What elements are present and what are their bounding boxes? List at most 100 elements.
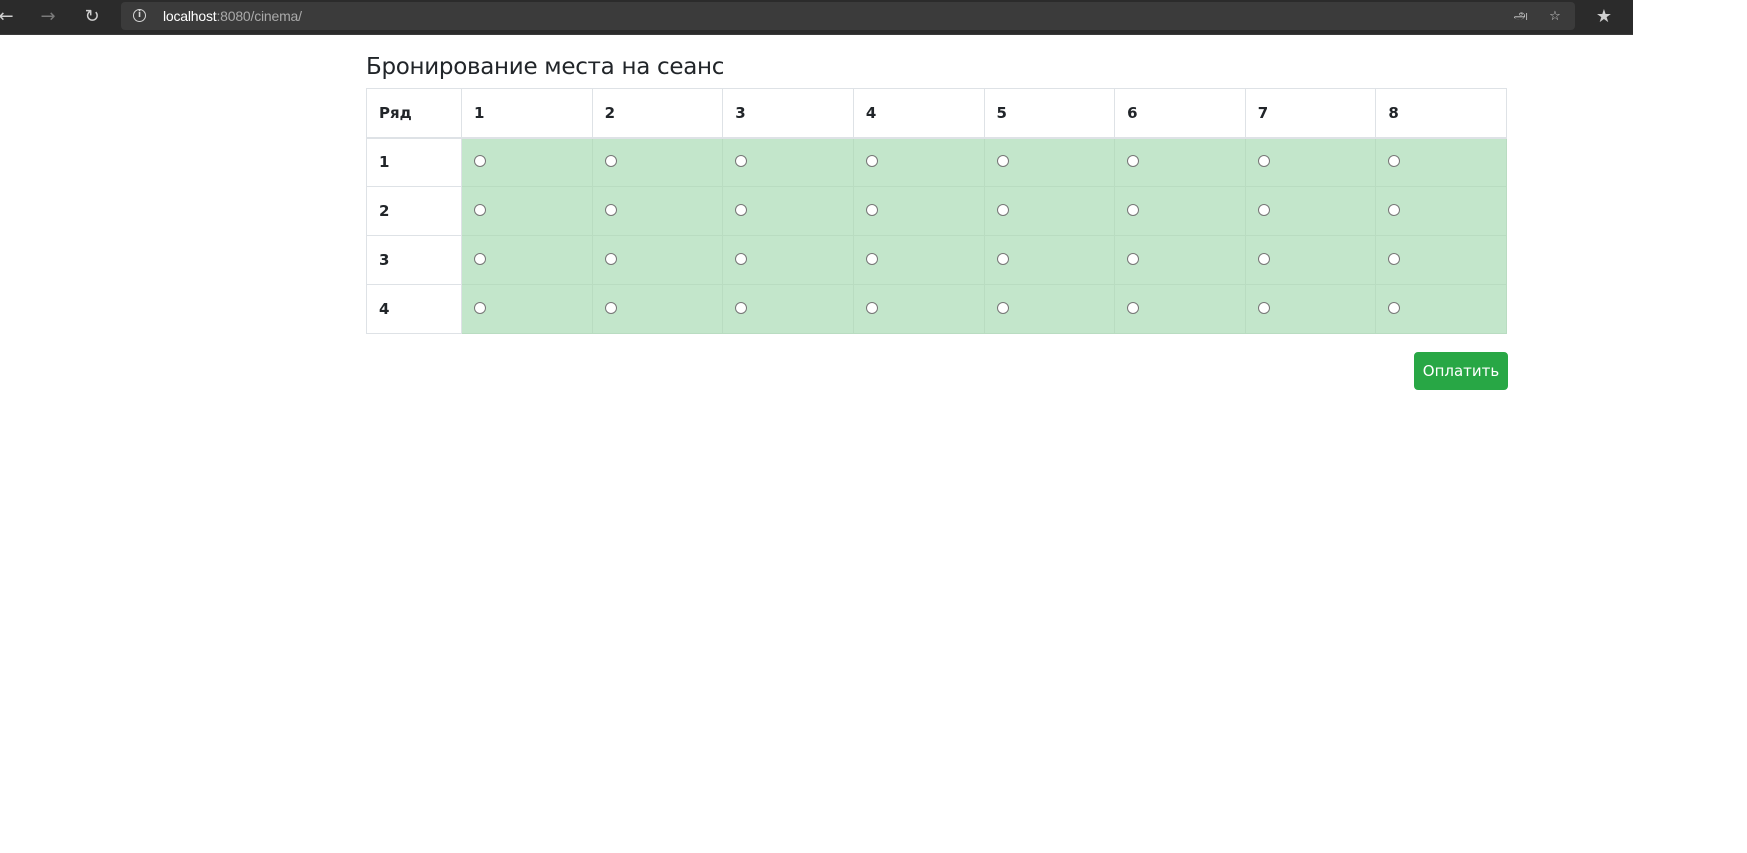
seat-cell (722, 137, 854, 187)
seat-radio[interactable] (604, 302, 617, 314)
seat-radio[interactable] (1388, 204, 1401, 216)
seat-cell (591, 137, 724, 187)
url-text[interactable]: localhost:8080/cinema/ (163, 8, 302, 24)
seat-radio[interactable] (996, 204, 1009, 216)
seat-cell (983, 284, 1116, 334)
seat-radio[interactable] (1127, 155, 1140, 168)
seat-cell (1244, 137, 1377, 187)
seat-radio[interactable] (865, 155, 878, 168)
seat-cell (852, 137, 985, 187)
seat-radio[interactable] (604, 204, 617, 216)
seat-radio[interactable] (735, 155, 748, 168)
seat-column-header: 7 (1244, 88, 1377, 139)
seat-radio[interactable] (604, 155, 617, 168)
page-title: Бронирование места на сеанс (366, 54, 725, 80)
back-arrow-icon[interactable]: ← (0, 5, 18, 29)
seat-cell (852, 284, 985, 334)
seat-cell (1375, 137, 1507, 187)
seat-column-header: 1 (461, 88, 593, 139)
table-row: 2 (366, 186, 1507, 236)
seat-cell (1375, 186, 1507, 236)
seat-radio[interactable] (865, 253, 878, 265)
seat-radio[interactable] (735, 302, 748, 314)
seat-column-header: 3 (722, 88, 854, 139)
seat-cell (461, 137, 593, 187)
row-number: 2 (366, 186, 462, 236)
seat-radio[interactable] (1127, 204, 1140, 216)
seat-radio[interactable] (1127, 302, 1140, 314)
table-row: 1 (366, 137, 1507, 187)
browser-toolbar: ← → ↻ i localhost:8080/cinema/ அ ☆ ★ (0, 0, 1633, 35)
seat-radio[interactable] (996, 155, 1009, 168)
seat-radio[interactable] (1388, 155, 1401, 168)
favorites-icon[interactable]: ★ (1592, 5, 1616, 29)
row-column-header: Ряд (366, 88, 462, 139)
seat-cell (1114, 235, 1246, 285)
seat-cell (1244, 186, 1377, 236)
seat-table: Ряд 12345678 1234 (366, 88, 1507, 334)
seat-radio[interactable] (1127, 253, 1140, 265)
seat-cell (1114, 186, 1246, 236)
seat-cell (722, 284, 854, 334)
main-content: Бронирование места на сеанс Ряд 12345678… (366, 50, 1508, 390)
seat-radio[interactable] (1257, 155, 1270, 168)
seat-radio[interactable] (474, 253, 486, 265)
seat-cell (852, 235, 985, 285)
seat-column-header: 2 (591, 88, 724, 139)
seat-cell (852, 186, 985, 236)
seat-column-header: 4 (852, 88, 985, 139)
seat-radio[interactable] (865, 204, 878, 216)
seat-cell (591, 235, 724, 285)
seat-cell (461, 284, 593, 334)
seat-cell (1244, 284, 1377, 334)
row-number: 1 (366, 137, 462, 187)
seat-cell (983, 186, 1116, 236)
pay-button[interactable]: Оплатить (1414, 352, 1508, 390)
seat-cell (591, 284, 724, 334)
row-number: 4 (366, 284, 462, 334)
translate-icon[interactable]: அ (1511, 6, 1531, 26)
seat-cell (722, 235, 854, 285)
table-header-row: Ряд 12345678 (366, 88, 1507, 139)
seat-radio[interactable] (474, 204, 486, 216)
seat-cell (461, 235, 593, 285)
url-host: localhost (163, 8, 217, 24)
seat-cell (1375, 235, 1507, 285)
seat-cell (983, 235, 1116, 285)
seat-radio[interactable] (735, 253, 748, 265)
seat-cell (591, 186, 724, 236)
seat-cell (983, 137, 1116, 187)
url-path: :8080/cinema/ (216, 8, 302, 24)
seat-cell (1114, 137, 1246, 187)
seat-radio[interactable] (1257, 204, 1270, 216)
seat-cell (1244, 235, 1377, 285)
seat-cell (461, 186, 593, 236)
address-bar[interactable]: i localhost:8080/cinema/ அ ☆ (121, 2, 1575, 30)
seat-cell (722, 186, 854, 236)
seat-column-header: 6 (1114, 88, 1246, 139)
row-number: 3 (366, 235, 462, 285)
seat-cell (1375, 284, 1507, 334)
seat-radio[interactable] (1257, 253, 1270, 265)
seat-column-header: 5 (983, 88, 1116, 139)
seat-radio[interactable] (996, 302, 1009, 314)
seat-radio[interactable] (1388, 302, 1401, 314)
info-icon[interactable]: i (133, 9, 146, 22)
seat-radio[interactable] (474, 302, 486, 314)
seat-radio[interactable] (1388, 253, 1401, 265)
star-add-icon[interactable]: ☆ (1545, 6, 1565, 26)
seat-cell (1114, 284, 1246, 334)
forward-arrow-icon[interactable]: → (36, 5, 60, 29)
seat-radio[interactable] (474, 155, 486, 168)
seat-column-header: 8 (1375, 88, 1507, 139)
seat-radio[interactable] (1257, 302, 1270, 314)
page-margin (1633, 0, 1747, 853)
table-row: 3 (366, 235, 1507, 285)
seat-radio[interactable] (996, 253, 1009, 265)
seat-radio[interactable] (865, 302, 878, 314)
seat-table-body: 1234 (366, 137, 1507, 334)
table-row: 4 (366, 284, 1507, 334)
seat-radio[interactable] (735, 204, 748, 216)
reload-icon[interactable]: ↻ (80, 5, 104, 29)
seat-radio[interactable] (604, 253, 617, 265)
